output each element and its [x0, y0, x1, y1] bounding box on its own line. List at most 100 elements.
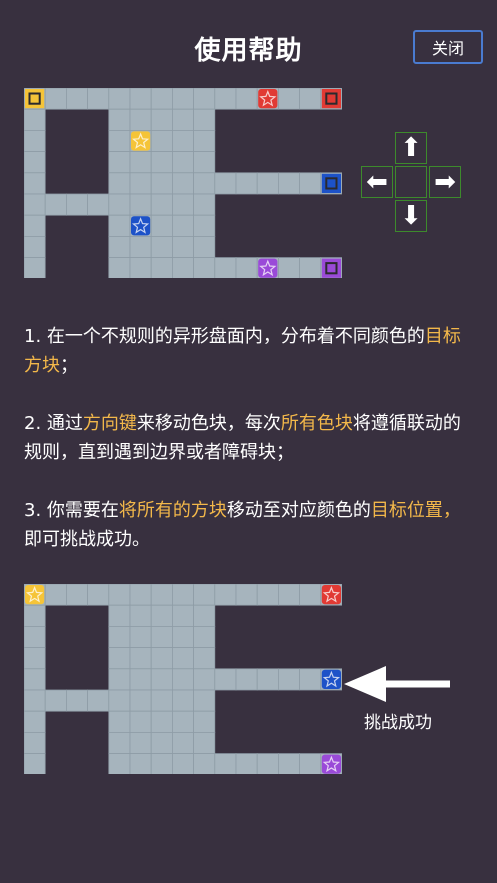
right-arrow-icon[interactable]: ➡ — [429, 166, 461, 198]
board-tile — [24, 214, 46, 237]
board-tile — [150, 647, 173, 670]
board-tile — [171, 689, 194, 712]
board-tile — [87, 88, 110, 110]
board-tile — [171, 647, 194, 670]
help-rule-1: 1. 在一个不规则的异形盘面内，分布着不同颜色的目标方块； — [24, 326, 461, 376]
board-tile — [235, 257, 258, 278]
board-tile — [193, 689, 216, 712]
board-tile — [108, 214, 131, 237]
board-tile — [171, 214, 194, 237]
board-after-grid — [24, 584, 342, 774]
success-label: 挑战成功 — [364, 713, 432, 733]
board-tile — [299, 172, 322, 195]
up-arrow-icon[interactable]: ⬆ — [395, 132, 427, 164]
board-tile — [193, 604, 216, 627]
board-tile — [171, 668, 194, 691]
board-tile — [299, 668, 322, 691]
help-rule-2: 2. 通过方向键来移动色块，每次所有色块将遵循联动的规则，直到遇到边界或者障碍块… — [24, 413, 461, 463]
board-tile — [214, 172, 237, 195]
help-text: 1. 在一个不规则的异形盘面内，分布着不同颜色的目标方块； 2. 通过方向键来移… — [24, 322, 474, 583]
board-tile — [129, 626, 152, 649]
close-button[interactable]: 关闭 — [413, 30, 483, 64]
board-tile — [66, 584, 89, 606]
board-tile — [214, 88, 237, 110]
board-tile — [150, 193, 173, 216]
board-tile — [108, 235, 131, 258]
board-tile — [24, 604, 46, 627]
board-tile — [235, 88, 258, 110]
board-tile — [108, 668, 131, 691]
board-tile — [24, 130, 46, 153]
board-tile — [299, 257, 322, 278]
board-tile — [193, 584, 216, 606]
board-tile — [150, 689, 173, 712]
blue-target-core — [327, 179, 336, 188]
board-tile — [235, 668, 258, 691]
board-tile — [24, 151, 46, 174]
board-tile — [108, 647, 131, 670]
board-tile — [214, 584, 237, 606]
board-tile — [129, 647, 152, 670]
board-tile — [108, 710, 131, 733]
down-arrow-icon[interactable]: ⬇ — [395, 200, 427, 232]
board-tile — [150, 130, 173, 153]
red-target-core — [327, 94, 336, 103]
board-tile — [108, 604, 131, 627]
purple-target-core — [327, 264, 336, 273]
board-tile — [171, 257, 194, 278]
board-tile — [171, 108, 194, 131]
board-tile — [24, 710, 46, 733]
board-tile — [193, 108, 216, 131]
board-tile — [150, 710, 173, 733]
board-tile — [214, 257, 237, 278]
board-tile — [299, 584, 322, 606]
board-tile — [66, 193, 89, 216]
yellow-target-core — [30, 94, 39, 103]
board-tile — [193, 193, 216, 216]
board-tile — [108, 731, 131, 754]
board-tile — [171, 626, 194, 649]
board-tile — [24, 172, 46, 195]
board-tile — [150, 151, 173, 174]
board-tile — [44, 193, 67, 216]
board-tile — [150, 731, 173, 754]
dpad: ⬆ ⬅ ➡ ⬇ — [360, 131, 462, 233]
board-tile — [150, 668, 173, 691]
board-tile — [129, 668, 152, 691]
board-tile — [235, 753, 258, 774]
board-tile — [129, 731, 152, 754]
board-tile — [277, 753, 300, 774]
board-before — [24, 88, 342, 278]
board-after — [24, 584, 342, 774]
board-tile — [171, 604, 194, 627]
board-tile — [277, 668, 300, 691]
board-tile — [150, 214, 173, 237]
board-tile — [193, 710, 216, 733]
board-tile — [108, 584, 131, 606]
board-tile — [256, 668, 279, 691]
board-tile — [66, 689, 89, 712]
board-tile — [129, 235, 152, 258]
board-tile — [193, 88, 216, 110]
board-tile — [129, 753, 152, 774]
board-tile — [24, 193, 46, 216]
board-tile — [24, 689, 46, 712]
board-tile — [44, 689, 67, 712]
board-tile — [193, 172, 216, 195]
board-tile — [171, 584, 194, 606]
board-tile — [129, 689, 152, 712]
board-tile — [150, 257, 173, 278]
board-tile — [277, 257, 300, 278]
board-tile — [150, 753, 173, 774]
board-tile — [44, 584, 67, 606]
board-tile — [256, 172, 279, 195]
board-tile — [108, 108, 131, 131]
board-tile — [108, 172, 131, 195]
board-tile — [129, 108, 152, 131]
board-tile — [24, 235, 46, 258]
board-tile — [235, 584, 258, 606]
board-tile — [256, 584, 279, 606]
board-tile — [108, 753, 131, 774]
left-arrow-icon[interactable]: ⬅ — [361, 166, 393, 198]
board-tile — [171, 710, 194, 733]
